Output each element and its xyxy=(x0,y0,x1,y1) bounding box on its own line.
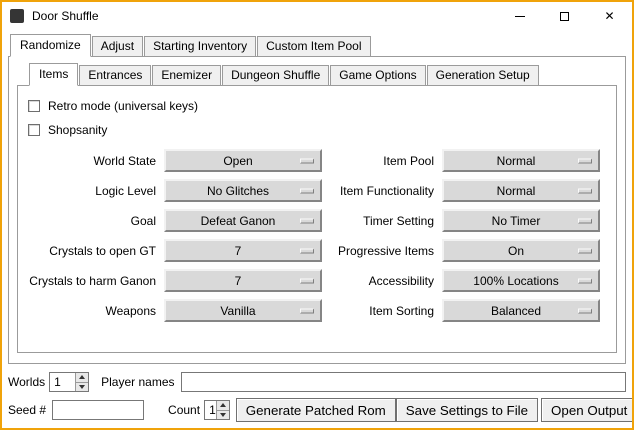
count-spinner[interactable]: 1 xyxy=(204,400,230,420)
goal-label: Goal xyxy=(28,214,156,228)
tab-entrances[interactable]: Entrances xyxy=(79,65,151,86)
dropdown-indicator-icon xyxy=(300,308,314,313)
world-state-dropdown[interactable]: Open xyxy=(164,149,322,172)
timer-setting-label: Timer Setting xyxy=(330,214,434,228)
dropdown-indicator-icon xyxy=(300,158,314,163)
close-button[interactable]: ✕ xyxy=(587,2,632,30)
window-title: Door Shuffle xyxy=(32,9,99,23)
item-pool-dropdown[interactable]: Normal xyxy=(442,149,600,172)
close-icon: ✕ xyxy=(604,10,614,22)
tab-dungeon-shuffle[interactable]: Dungeon Shuffle xyxy=(222,65,329,86)
dropdown-indicator-icon xyxy=(578,158,592,163)
maximize-icon xyxy=(560,12,569,21)
worlds-spinner[interactable]: 1 xyxy=(49,372,89,392)
shopsanity-checkbox[interactable] xyxy=(28,124,40,136)
spin-up-icon[interactable] xyxy=(217,401,229,410)
weapons-dropdown[interactable]: Vanilla xyxy=(164,299,322,322)
spin-up-icon[interactable] xyxy=(76,373,88,382)
minimize-button[interactable] xyxy=(497,2,542,30)
tab-randomize[interactable]: Randomize xyxy=(10,34,91,57)
dropdown-indicator-icon xyxy=(578,188,592,193)
maximize-button[interactable] xyxy=(542,2,587,30)
tab-custom-item-pool[interactable]: Custom Item Pool xyxy=(257,36,370,57)
item-functionality-dropdown[interactable]: Normal xyxy=(442,179,600,202)
tab-items[interactable]: Items xyxy=(29,63,78,86)
generate-row: Seed # Count 1 Generate Patched Rom Save… xyxy=(8,398,626,422)
randomize-tab-panel: Items Entrances Enemizer Dungeon Shuffle… xyxy=(8,56,626,364)
item-sorting-dropdown[interactable]: Balanced xyxy=(442,299,600,322)
worlds-spinner-arrows xyxy=(75,373,88,391)
dropdown-indicator-icon xyxy=(300,278,314,283)
dropdown-indicator-icon xyxy=(300,188,314,193)
timer-setting-dropdown[interactable]: No Timer xyxy=(442,209,600,232)
primary-tabbar: Randomize Adjust Starting Inventory Cust… xyxy=(10,34,626,57)
weapons-label: Weapons xyxy=(28,304,156,318)
retro-mode-checkbox-row[interactable]: Retro mode (universal keys) xyxy=(28,95,610,117)
progressive-items-label: Progressive Items xyxy=(330,244,434,258)
count-value: 1 xyxy=(205,401,216,419)
seed-label: Seed # xyxy=(8,403,46,417)
dropdown-indicator-icon xyxy=(300,248,314,253)
app-icon xyxy=(10,9,24,23)
tab-starting-inventory[interactable]: Starting Inventory xyxy=(144,36,256,57)
window-controls: ✕ xyxy=(497,2,632,30)
secondary-tabbar: Items Entrances Enemizer Dungeon Shuffle… xyxy=(29,63,617,86)
spin-down-icon[interactable] xyxy=(76,382,88,392)
tab-adjust[interactable]: Adjust xyxy=(92,36,143,57)
accessibility-label: Accessibility xyxy=(330,274,434,288)
items-tab-panel: Retro mode (universal keys) Shopsanity W… xyxy=(17,85,617,353)
open-output-directory-button[interactable]: Open Output Directory xyxy=(541,398,634,422)
logic-level-label: Logic Level xyxy=(28,184,156,198)
worlds-value: 1 xyxy=(50,373,75,391)
retro-mode-checkbox[interactable] xyxy=(28,100,40,112)
count-label: Count xyxy=(168,403,200,417)
minimize-icon xyxy=(515,16,525,17)
player-names-input[interactable] xyxy=(181,372,627,392)
retro-mode-label: Retro mode (universal keys) xyxy=(48,99,198,113)
tab-generation-setup[interactable]: Generation Setup xyxy=(427,65,539,86)
crystals-open-gt-label: Crystals to open GT xyxy=(28,244,156,258)
multiworld-row: Worlds 1 Player names xyxy=(8,372,626,392)
goal-dropdown[interactable]: Defeat Ganon xyxy=(164,209,322,232)
count-spinner-arrows xyxy=(216,401,229,419)
item-pool-label: Item Pool xyxy=(330,154,434,168)
dropdown-indicator-icon xyxy=(578,248,592,253)
save-settings-button[interactable]: Save Settings to File xyxy=(396,398,538,422)
progressive-items-dropdown[interactable]: On xyxy=(442,239,600,262)
crystals-open-gt-dropdown[interactable]: 7 xyxy=(164,239,322,262)
player-names-label: Player names xyxy=(101,375,174,389)
seed-input[interactable] xyxy=(52,400,144,420)
world-state-label: World State xyxy=(28,154,156,168)
titlebar: Door Shuffle ✕ xyxy=(2,2,632,30)
door-shuffle-window: Door Shuffle ✕ Randomize Adjust Starting… xyxy=(0,0,634,430)
worlds-label: Worlds xyxy=(8,375,45,389)
crystals-harm-ganon-label: Crystals to harm Ganon xyxy=(28,274,156,288)
logic-level-dropdown[interactable]: No Glitches xyxy=(164,179,322,202)
tab-enemizer[interactable]: Enemizer xyxy=(152,65,221,86)
crystals-harm-ganon-dropdown[interactable]: 7 xyxy=(164,269,322,292)
generate-patched-rom-button[interactable]: Generate Patched Rom xyxy=(236,398,396,422)
dropdown-indicator-icon xyxy=(578,218,592,223)
tab-game-options[interactable]: Game Options xyxy=(330,65,425,86)
spin-down-icon[interactable] xyxy=(217,410,229,420)
shopsanity-checkbox-row[interactable]: Shopsanity xyxy=(28,119,610,141)
dropdown-indicator-icon xyxy=(578,278,592,283)
item-functionality-label: Item Functionality xyxy=(330,184,434,198)
item-sorting-label: Item Sorting xyxy=(330,304,434,318)
accessibility-dropdown[interactable]: 100% Locations xyxy=(442,269,600,292)
dropdown-indicator-icon xyxy=(300,218,314,223)
options-grid: World State Open Item Pool Normal Logic … xyxy=(28,149,610,322)
dropdown-indicator-icon xyxy=(578,308,592,313)
window-body: Randomize Adjust Starting Inventory Cust… xyxy=(2,30,632,428)
shopsanity-label: Shopsanity xyxy=(48,123,107,137)
